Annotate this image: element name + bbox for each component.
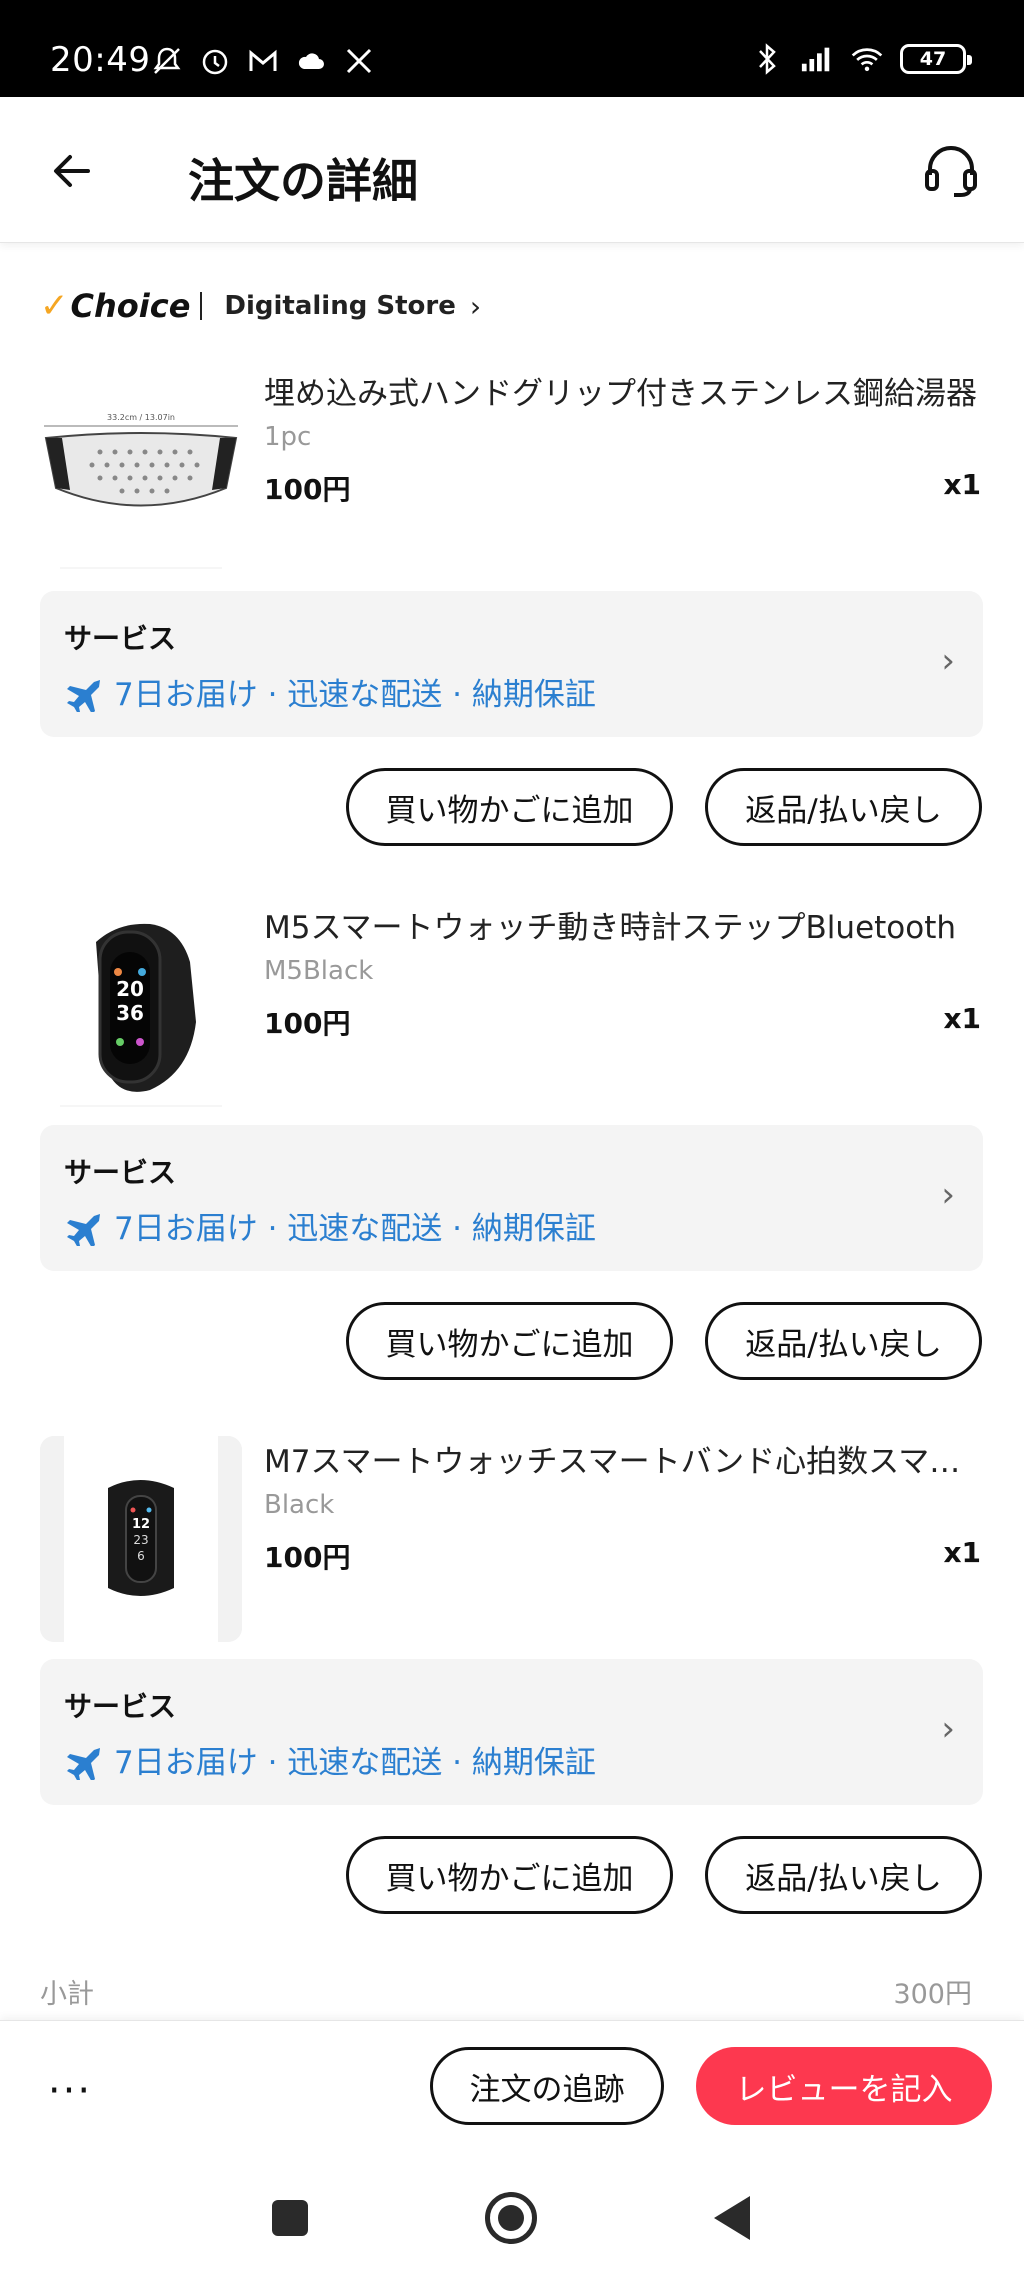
smartband-image: 12 23 6 — [40, 1436, 242, 1642]
store-row[interactable]: ✓ Choice Digitaling Store › — [40, 284, 481, 328]
service-card[interactable]: サービス 7日お届け · 迅速な配送 · 納期保証 › — [40, 1125, 983, 1271]
svg-text:20: 20 — [116, 977, 144, 1001]
store-name: Digitaling Store — [224, 291, 456, 321]
product-price: 100円 — [264, 1007, 351, 1040]
battery-level: 47 — [919, 48, 947, 70]
back-button[interactable] — [40, 139, 104, 203]
smartwatch-image: 20 36 — [40, 902, 242, 1108]
chevron-right-icon: › — [941, 641, 955, 681]
status-time: 20:49 — [50, 40, 151, 80]
status-bar: 20:49 47 — [0, 0, 1024, 97]
divider — [200, 292, 203, 320]
alarm-icon — [198, 44, 232, 78]
system-navigation-bar — [0, 2168, 1024, 2276]
airplane-icon — [64, 672, 104, 712]
battery-icon: 47 — [900, 44, 972, 74]
product-image[interactable]: 20 36 — [40, 902, 242, 1108]
product-title[interactable]: M5スマートウォッチ動き時計ステップBluetooth — [264, 902, 984, 947]
gmail-icon — [246, 44, 280, 78]
chevron-right-icon: › — [469, 289, 482, 323]
product-title[interactable]: M7スマートウォッチスマートバンド心拍数スマートウォッチ — [264, 1436, 984, 1481]
airplane-icon — [64, 1206, 104, 1246]
choice-badge: ✓ Choice — [40, 286, 191, 326]
svg-text:6: 6 — [137, 1549, 145, 1563]
more-icon: ··· — [47, 2068, 93, 2114]
mute-icon — [150, 44, 184, 78]
chevron-right-icon: › — [941, 1709, 955, 1749]
refund-button[interactable]: 返品/払い戻し — [705, 1302, 982, 1380]
add-to-cart-button[interactable]: 買い物かごに追加 — [346, 1836, 673, 1914]
service-label: サービス — [64, 622, 177, 655]
product-price: 100円 — [264, 473, 351, 506]
svg-text:23: 23 — [133, 1533, 148, 1547]
refund-button[interactable]: 返品/払い戻し — [705, 768, 982, 846]
app-header: 注文の詳細 — [0, 97, 1024, 243]
x-icon — [342, 44, 376, 78]
customer-support-button[interactable] — [918, 139, 984, 205]
service-label: サービス — [64, 1690, 177, 1723]
product-quantity: x1 — [943, 468, 981, 501]
product-title[interactable]: 埋め込み式ハンドグリップ付きステンレス鋼給湯器 — [264, 368, 984, 413]
service-card[interactable]: サービス 7日お届け · 迅速な配送 · 納期保証 › — [40, 1659, 983, 1805]
write-review-button[interactable]: レビューを記入 — [696, 2047, 992, 2125]
service-card[interactable]: サービス 7日お届け · 迅速な配送 · 納期保証 › — [40, 591, 983, 737]
system-back-button[interactable] — [714, 2196, 750, 2240]
airplane-icon — [64, 1740, 104, 1780]
product-quantity: x1 — [943, 1536, 981, 1569]
track-order-button[interactable]: 注文の追跡 — [430, 2047, 664, 2125]
bottom-action-bar: ··· 注文の追跡 レビューを記入 — [0, 2020, 1024, 2168]
bluetooth-icon — [750, 42, 784, 76]
product-variant: 1pc — [264, 422, 312, 452]
subtotal-value: 300円 — [893, 1979, 972, 2010]
product-variant: Black — [264, 1490, 335, 1520]
subtotal-label: 小計 — [40, 1979, 94, 2010]
page-title: 注文の詳細 — [188, 154, 418, 208]
svg-text:12: 12 — [132, 1517, 150, 1532]
kettle-image: 33.2cm / 13.07in — [40, 368, 242, 574]
home-button[interactable] — [485, 2192, 537, 2244]
service-text: 7日お届け · 迅速な配送 · 納期保証 — [114, 1745, 596, 1781]
cloud-icon — [294, 44, 328, 78]
product-image[interactable]: 33.2cm / 13.07in — [40, 368, 242, 574]
headset-icon — [925, 146, 977, 197]
signal-icon — [800, 42, 834, 76]
check-icon: ✓ — [40, 286, 69, 326]
product-price: 100円 — [264, 1541, 351, 1574]
more-options-button[interactable]: ··· — [40, 2068, 100, 2114]
add-to-cart-button[interactable]: 買い物かごに追加 — [346, 768, 673, 846]
product-image[interactable]: 12 23 6 — [40, 1436, 242, 1642]
chevron-right-icon: › — [941, 1175, 955, 1215]
service-text: 7日お届け · 迅速な配送 · 納期保証 — [114, 677, 596, 713]
product-variant: M5Black — [264, 956, 374, 986]
service-label: サービス — [64, 1156, 177, 1189]
service-text: 7日お届け · 迅速な配送 · 納期保証 — [114, 1211, 596, 1247]
svg-text:33.2cm / 13.07in: 33.2cm / 13.07in — [107, 413, 175, 422]
refund-button[interactable]: 返品/払い戻し — [705, 1836, 982, 1914]
svg-text:36: 36 — [116, 1001, 144, 1025]
arrow-left-icon — [54, 155, 90, 187]
recents-button[interactable] — [272, 2200, 308, 2236]
add-to-cart-button[interactable]: 買い物かごに追加 — [346, 1302, 673, 1380]
product-quantity: x1 — [943, 1002, 981, 1035]
wifi-icon — [850, 42, 884, 76]
